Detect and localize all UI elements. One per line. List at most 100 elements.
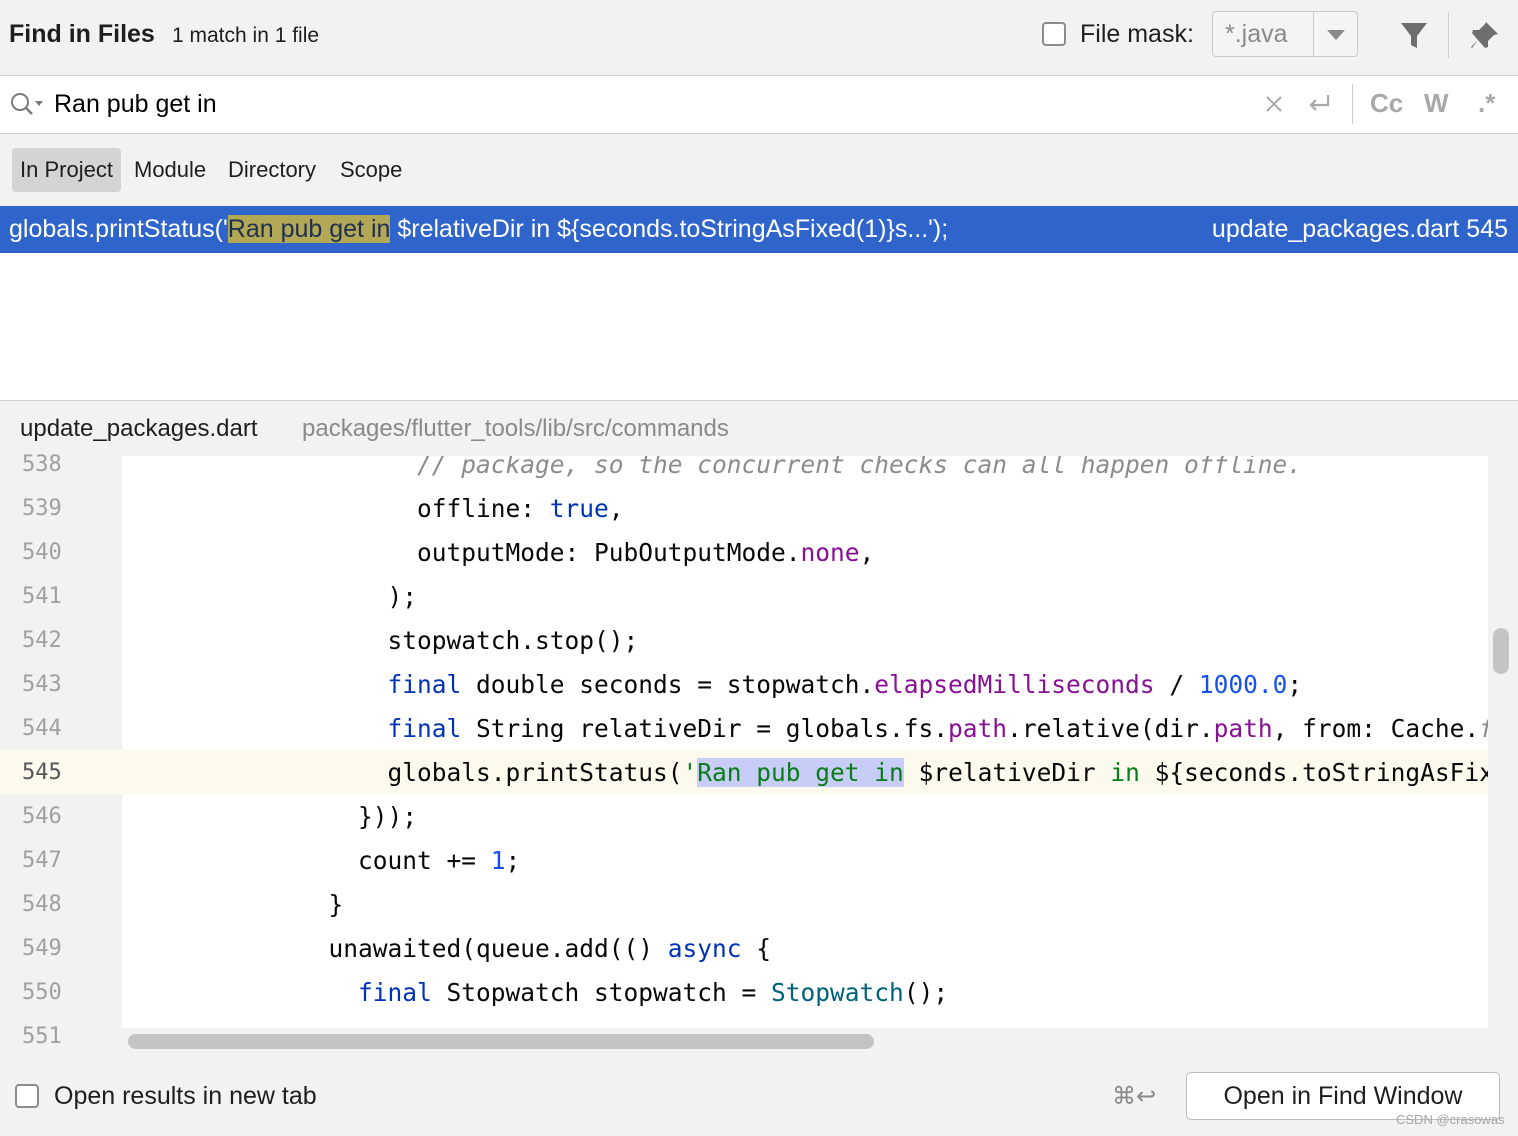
search-input[interactable]	[54, 86, 814, 122]
code-token: 1	[490, 846, 506, 875]
code-token: , from: Cache.	[1272, 714, 1480, 743]
code-token: ;	[1287, 670, 1303, 699]
code-line: globals.printStatus('Ran pub get in $rel…	[122, 751, 1488, 795]
newline-icon[interactable]	[1304, 90, 1334, 118]
code-token: Stopwatch	[771, 978, 904, 1007]
file-mask-combobox[interactable]: *.java	[1212, 11, 1358, 57]
code-token: double seconds = stopwatch.	[461, 670, 875, 699]
horizontal-scrollbar-thumb[interactable]	[128, 1034, 874, 1049]
vertical-scrollbar-thumb[interactable]	[1493, 628, 1509, 674]
tab-module[interactable]: Module	[126, 148, 214, 192]
code-line: final double seconds = stopwatch.elapsed…	[122, 663, 1303, 707]
code-token: in	[1095, 758, 1155, 787]
code-token: final	[387, 714, 462, 743]
code-token: .relative(dir.	[1007, 714, 1214, 743]
file-mask-label: File mask:	[1080, 20, 1194, 48]
tab-directory[interactable]: Directory	[220, 148, 324, 192]
code-line: );	[122, 575, 418, 619]
line-number: 551	[22, 1024, 62, 1049]
search-icon[interactable]	[8, 90, 46, 120]
code-token: '	[682, 758, 698, 787]
file-mask-value: *.java	[1225, 20, 1288, 48]
whole-words-toggle[interactable]: W	[1424, 88, 1449, 119]
code-line: // package, so the concurrent checks can…	[122, 456, 1302, 487]
dialog-footer: Open results in new tab ⌘↩ Open in Find …	[0, 1054, 1518, 1136]
line-number: 538	[22, 452, 62, 477]
shortcut-hint: ⌘↩	[1112, 1083, 1157, 1110]
line-number: 542	[22, 628, 62, 653]
line-number: 548	[22, 892, 62, 917]
code-token: count +=	[358, 846, 491, 875]
line-number: 546	[22, 804, 62, 829]
code-line	[122, 1015, 358, 1028]
code-line: offline: true,	[122, 487, 624, 531]
vertical-scrollbar-track[interactable]	[1488, 456, 1518, 1054]
open-new-tab-label: Open results in new tab	[54, 1082, 317, 1110]
line-number: 543	[22, 672, 62, 697]
find-in-files-header: Find in Files 1 match in 1 file File mas…	[0, 0, 1518, 76]
code-token: String relativeDir = globals.fs.	[461, 714, 949, 743]
result-row[interactable]: globals.printStatus('Ran pub get in $rel…	[0, 206, 1518, 253]
code-token: ;	[505, 846, 521, 875]
code-token: $relativeDir	[918, 758, 1096, 787]
code-token: ${seconds.toStringAsFixed(1)}s...');	[1154, 758, 1488, 787]
search-bar: Cc W .*	[0, 76, 1518, 134]
line-number: 540	[22, 540, 62, 565]
open-new-tab-checkbox[interactable]	[15, 1084, 39, 1108]
code-token: );	[387, 582, 418, 611]
preview-file-path: packages/flutter_tools/lib/src/commands	[302, 415, 729, 442]
file-mask-checkbox[interactable]	[1042, 22, 1066, 46]
chevron-down-icon[interactable]	[1327, 30, 1345, 40]
line-number: 541	[22, 584, 62, 609]
line-number: 545	[22, 760, 62, 785]
scope-bar: In Project Module Directory Scope	[0, 134, 1518, 206]
horizontal-scrollbar-track[interactable]	[122, 1028, 1488, 1054]
line-number: 544	[22, 716, 62, 741]
match-case-toggle[interactable]: Cc	[1370, 88, 1403, 119]
tab-in-project[interactable]: In Project	[12, 148, 121, 192]
search-match-highlight: Ran pub get in	[697, 758, 904, 787]
filter-icon[interactable]	[1396, 18, 1432, 54]
code-token: elapsedMilliseconds	[874, 670, 1155, 699]
search-options-divider	[1352, 84, 1353, 124]
result-match: Ran pub get in	[227, 215, 391, 243]
match-count: 1 match in 1 file	[172, 24, 320, 47]
line-numbers: 538 539 540 541 542 543 544 545 546 547 548 549 550 5…	[0, 443, 122, 1053]
watermark: CSDN @crasowas	[1396, 1112, 1505, 1127]
code-line: final String relativeDir = globals.fs.pa…	[122, 707, 1488, 751]
code-token: true	[549, 494, 609, 523]
code-token: async	[667, 934, 742, 963]
result-line-text: globals.printStatus('Ran pub get in $rel…	[9, 215, 948, 244]
code-token: {	[741, 934, 772, 963]
toolbar-divider	[1448, 12, 1449, 58]
close-icon[interactable]	[1262, 92, 1286, 116]
tab-scope[interactable]: Scope	[332, 148, 410, 192]
regex-toggle[interactable]: .*	[1478, 88, 1495, 119]
line-number: 547	[22, 848, 62, 873]
code-token: path	[948, 714, 1008, 743]
pin-icon[interactable]	[1466, 18, 1502, 54]
code-token: final	[358, 978, 432, 1007]
code-token: path	[1213, 714, 1273, 743]
code-line: }	[122, 883, 344, 927]
code-line: stopwatch.stop();	[122, 619, 639, 663]
code-lines: // package, so the concurrent checks can…	[122, 456, 1488, 1028]
code-line: unawaited(queue.add(() async {	[122, 927, 772, 971]
code-token: ,	[859, 538, 875, 567]
code-token: offline:	[417, 494, 550, 523]
line-number: 549	[22, 936, 62, 961]
code-token: fl	[1479, 714, 1488, 743]
code-preview[interactable]: // package, so the concurrent checks can…	[122, 456, 1488, 1028]
